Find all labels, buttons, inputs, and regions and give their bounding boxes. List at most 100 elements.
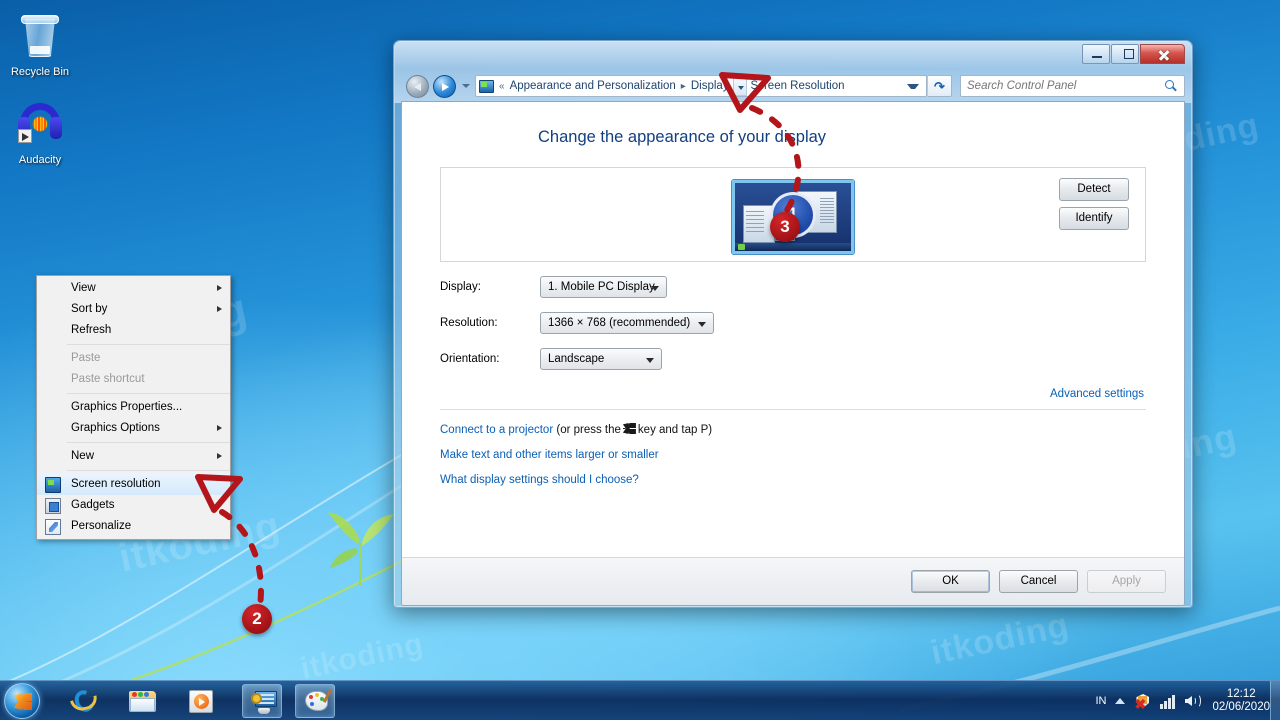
context-menu-item-paste: Paste (37, 348, 230, 369)
context-menu-separator (67, 344, 230, 345)
breadcrumb-overflow-icon[interactable]: « (498, 81, 506, 92)
page-title: Change the appearance of your display (538, 128, 827, 146)
display-combobox[interactable]: 1. Mobile PC Display (540, 276, 667, 298)
detect-button[interactable]: Detect (1059, 178, 1129, 201)
cancel-button[interactable]: Cancel (999, 570, 1078, 593)
context-menu-item-screen-resolution[interactable]: Screen resolution (37, 474, 230, 495)
context-menu-item-label: Graphics Properties... (71, 401, 183, 413)
chevron-right-icon (217, 285, 222, 291)
refresh-button[interactable]: ↷ (928, 75, 952, 97)
projector-hint-post: key and tap P) (637, 424, 713, 436)
start-button[interactable] (4, 683, 40, 719)
context-menu-item-label: Paste shortcut (71, 373, 145, 385)
orientation-combobox-value: Landscape (548, 353, 605, 365)
recent-pages-icon[interactable] (462, 84, 470, 88)
dialog-footer: OK Cancel Apply (402, 557, 1184, 605)
language-indicator[interactable]: IN (1095, 695, 1106, 707)
apply-button: Apply (1087, 570, 1166, 593)
display-combobox-value: 1. Mobile PC Display (548, 281, 655, 293)
search-icon (1165, 79, 1178, 93)
chevron-right-icon (217, 453, 222, 459)
desktop-icon-label: Audacity (18, 154, 62, 166)
orientation-combobox[interactable]: Landscape (540, 348, 662, 370)
clock-date: 02/06/2020 (1212, 701, 1270, 713)
show-desktop-button[interactable] (1270, 681, 1280, 720)
context-menu-separator (67, 442, 230, 443)
context-menu-item-gadgets[interactable]: Gadgets (37, 495, 230, 516)
taskbar-item-internet-explorer[interactable] (64, 684, 104, 718)
context-menu-item-label: New (71, 450, 95, 462)
divider (440, 409, 1146, 410)
recycle-bin-icon (3, 15, 77, 63)
dialog-buttons: OK Cancel Apply (911, 570, 1166, 593)
breadcrumb-display-dropdown[interactable] (732, 76, 747, 96)
advanced-settings-link[interactable]: Advanced settings (1050, 388, 1144, 400)
identify-button[interactable]: Identify (1059, 207, 1129, 230)
gadgets-icon (45, 498, 61, 514)
context-menu-item-new[interactable]: New (37, 446, 230, 467)
window-content: Change the appearance of your display 1 … (402, 102, 1184, 605)
taskbar-item-windows-explorer[interactable] (122, 684, 162, 718)
minimize-button[interactable] (1082, 44, 1110, 64)
context-menu-item-refresh[interactable]: Refresh (37, 320, 230, 341)
ok-button[interactable]: OK (911, 570, 990, 593)
annotation-badge-3: 3 (770, 212, 800, 242)
address-dropdown-icon[interactable] (907, 83, 919, 89)
context-menu-item-label: Sort by (71, 303, 108, 315)
make-text-link-row: Make text and other items larger or smal… (440, 449, 1154, 461)
taskbar-item-windows-media-player[interactable] (180, 684, 220, 718)
context-menu-item-label: Screen resolution (71, 478, 161, 490)
context-menu-separator (67, 393, 230, 394)
window-titlebar[interactable] (401, 41, 1185, 71)
desktop[interactable]: itkoding itkoding itkoding itkoding itko… (0, 0, 1280, 720)
window-controls[interactable] (1081, 44, 1185, 64)
navigation-bar[interactable]: « Appearance and Personalization ▸ Displ… (401, 71, 1185, 101)
what-display-settings-link[interactable]: What display settings should I choose? (440, 474, 639, 486)
context-menu-item-paste-shortcut: Paste shortcut (37, 369, 230, 390)
back-button[interactable] (406, 74, 429, 98)
context-menu-item-label: Personalize (71, 520, 132, 532)
volume-icon[interactable] (1185, 693, 1202, 709)
breadcrumb-display[interactable]: Display (687, 76, 733, 96)
context-menu-item-view[interactable]: View (37, 278, 230, 299)
network-icon[interactable] (1160, 693, 1176, 709)
context-menu-item-personalize[interactable]: Personalize (37, 516, 230, 537)
make-text-larger-link[interactable]: Make text and other items larger or smal… (440, 449, 659, 461)
close-button[interactable] (1140, 44, 1185, 64)
taskbar[interactable]: IN ✖ 12:12 02/06/2020 (0, 680, 1280, 720)
system-tray[interactable]: IN ✖ 12:12 02/06/2020 (1095, 681, 1280, 720)
taskbar-item-paint[interactable] (295, 684, 335, 718)
context-menu-item-graphics-properties[interactable]: Graphics Properties... (37, 397, 230, 418)
screen-resolution-window[interactable]: « Appearance and Personalization ▸ Displ… (393, 40, 1193, 608)
forward-button[interactable] (433, 74, 456, 98)
desktop-icon-audacity[interactable]: Audacity (3, 98, 77, 167)
resolution-combobox[interactable]: 1366 × 768 (recommended) (540, 312, 714, 334)
address-breadcrumb-bar[interactable]: « Appearance and Personalization ▸ Displ… (475, 75, 927, 97)
maximize-button[interactable] (1111, 44, 1139, 64)
windows-key-icon (622, 423, 636, 434)
windows-logo-icon (14, 693, 32, 710)
context-menu-item-graphics-options[interactable]: Graphics Options (37, 418, 230, 439)
chevron-down-icon (651, 286, 659, 291)
breadcrumb-appearance[interactable]: Appearance and Personalization (506, 76, 680, 96)
orientation-field-row: Orientation: Landscape (432, 348, 1154, 370)
screen-resolution-icon (45, 477, 61, 493)
projector-link-row: Connect to a projector (or press the key … (440, 423, 1154, 436)
clock-time: 12:12 (1226, 688, 1256, 700)
screen-resolution-icon (251, 691, 277, 714)
action-center-icon[interactable]: ✖ (1134, 693, 1151, 711)
search-input[interactable] (967, 80, 1165, 92)
context-menu-item-sort-by[interactable]: Sort by (37, 299, 230, 320)
search-box[interactable] (960, 75, 1185, 97)
show-hidden-icons-icon[interactable] (1115, 698, 1126, 704)
clock[interactable]: 12:12 02/06/2020 (1212, 688, 1270, 714)
desktop-icon-recycle-bin[interactable]: Recycle Bin (3, 12, 77, 79)
chevron-down-icon (698, 322, 706, 327)
taskbar-item-screen-resolution[interactable] (242, 684, 282, 718)
connect-projector-link[interactable]: Connect to a projector (440, 424, 553, 436)
chevron-right-icon (217, 306, 222, 312)
desktop-context-menu[interactable]: View Sort by Refresh Paste Paste shortcu… (36, 275, 231, 540)
audacity-icon (3, 103, 77, 151)
breadcrumb-screen-resolution[interactable]: Screen Resolution (747, 76, 849, 96)
projector-hint-pre: (or press the (556, 424, 621, 436)
